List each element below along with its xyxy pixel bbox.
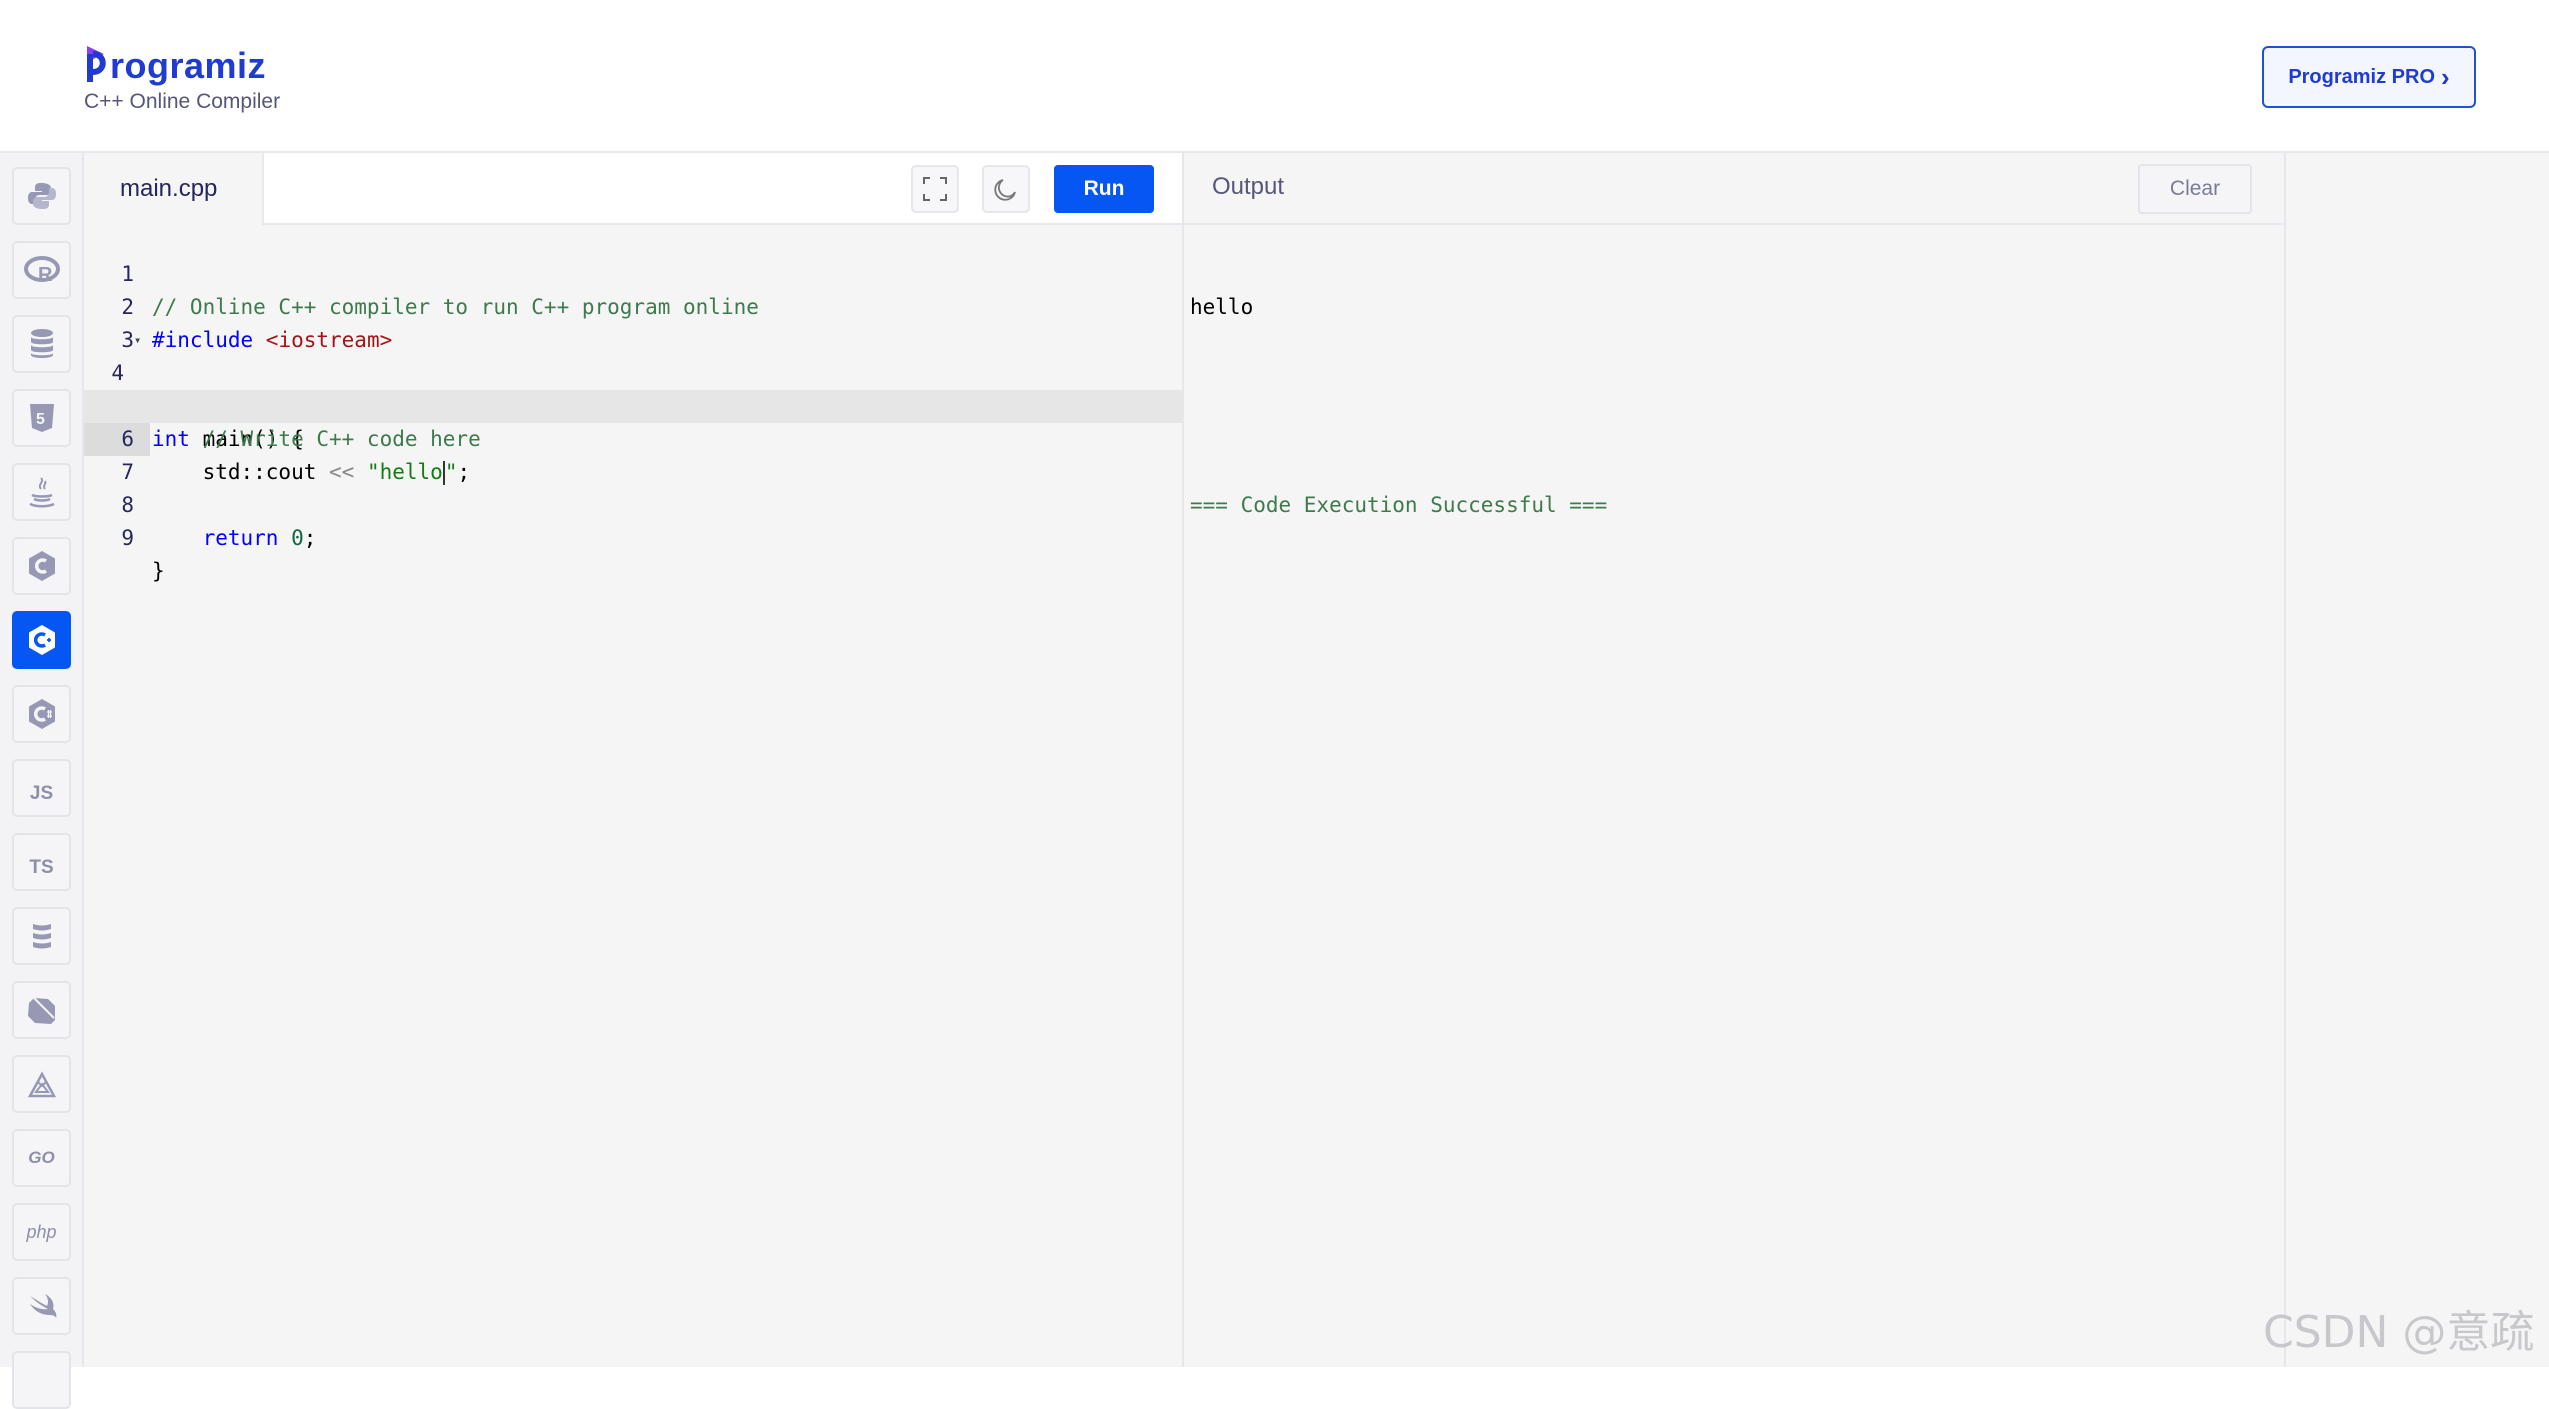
code-line: 7: [84, 423, 1182, 484]
programiz-pro-button[interactable]: Programiz PRO ›: [2262, 46, 2476, 108]
c-icon: [28, 551, 55, 581]
sidebar-item-c[interactable]: [12, 537, 71, 595]
csharp-icon: [28, 699, 55, 729]
clear-button[interactable]: Clear: [2138, 164, 2252, 214]
cpp-icon: [28, 625, 55, 655]
run-button[interactable]: Run: [1054, 165, 1154, 213]
right-margin: [2286, 153, 2549, 1367]
html5-icon: 5: [29, 404, 54, 432]
svg-text:R: R: [38, 264, 53, 285]
code-keyword: return: [152, 526, 292, 550]
sidebar-item-typescript[interactable]: TS: [12, 833, 71, 891]
moon-icon: [994, 179, 1016, 201]
output-pane: Output Clear hello === Code Execution Su…: [1184, 153, 2286, 1367]
code-line-active: 6 std::cout << "hello";: [84, 390, 1182, 485]
python-icon: [27, 183, 56, 209]
execution-status: === Code Execution Successful ===: [1190, 493, 1608, 517]
go-icon: GO: [28, 1148, 55, 1167]
sidebar-item-go[interactable]: GO: [12, 1129, 71, 1187]
database-icon: [30, 329, 53, 358]
code-area[interactable]: 1 // Online C++ compiler to run C++ prog…: [84, 225, 1182, 583]
theme-toggle-button[interactable]: [982, 165, 1030, 213]
file-tab-main-cpp[interactable]: main.cpp: [84, 153, 264, 225]
fullscreen-icon: [923, 177, 947, 201]
sidebar-item-dart[interactable]: [12, 981, 71, 1039]
sidebar-item-scala[interactable]: [12, 907, 71, 965]
sidebar-item-kotlin[interactable]: [12, 1055, 71, 1113]
r-icon: R: [23, 256, 60, 285]
kotlin-icon: [27, 1071, 56, 1098]
sidebar-item-php[interactable]: php: [12, 1203, 71, 1261]
code-line: 1 // Online C++ compiler to run C++ prog…: [84, 225, 1182, 319]
pro-button-label: Programiz PRO: [2288, 65, 2436, 88]
swift-icon: [29, 1294, 56, 1318]
programiz-logo[interactable]: rogramiz: [84, 36, 266, 86]
output-title: Output: [1212, 173, 1285, 200]
sidebar-item-javascript[interactable]: JS: [12, 759, 71, 817]
watermark: CSDN @意疏: [2263, 1307, 2535, 1358]
sidebar-item-r[interactable]: R: [12, 241, 71, 299]
java-icon: [28, 477, 55, 508]
ts-icon: TS: [29, 857, 54, 878]
php-icon: php: [26, 1221, 57, 1242]
sidebar-item-java[interactable]: [12, 463, 71, 521]
sidebar-item-rust[interactable]: [12, 1351, 71, 1409]
code-line: 5 // Write C++ code here: [84, 357, 1182, 451]
chevron-right-icon: ›: [2441, 62, 2450, 92]
output-line: hello: [1190, 295, 1254, 319]
page-subtitle: C++ Online Compiler: [84, 90, 281, 113]
code-text: }: [152, 559, 165, 583]
svg-text:5: 5: [36, 411, 45, 428]
sidebar-item-sql[interactable]: [12, 315, 71, 373]
sidebar-item-cpp[interactable]: [12, 611, 71, 669]
sidebar-item-csharp[interactable]: [12, 685, 71, 743]
sidebar-item-html[interactable]: 5: [12, 389, 71, 447]
code-editor-pane: main.cpp Run 1 // Online C++ compiler to…: [84, 153, 1184, 1367]
app-header: rogramiz C++ Online Compiler Programiz P…: [0, 0, 2549, 153]
scala-icon: [32, 924, 51, 949]
fold-arrow-icon[interactable]: ▾: [134, 324, 141, 357]
code-line: 3: [84, 291, 1182, 352]
output-console[interactable]: hello === Code Execution Successful ===: [1190, 225, 1607, 588]
logo-text: rogramiz: [110, 45, 267, 86]
dart-icon: [27, 997, 55, 1024]
sidebar-item-python[interactable]: [12, 167, 71, 225]
code-number: 0: [291, 526, 304, 550]
code-line: 9 }: [84, 489, 1182, 583]
programiz-logo-icon: [84, 40, 108, 86]
line-number: 9: [121, 526, 134, 550]
language-sidebar: R 5 JS TS GO php: [0, 153, 84, 1409]
code-text: ;: [303, 526, 317, 550]
sidebar-item-swift[interactable]: [12, 1277, 71, 1335]
code-line: 8 return 0;: [84, 456, 1182, 550]
js-icon: JS: [29, 783, 54, 804]
code-line: 4 ▾ int main() {: [84, 324, 1182, 451]
fullscreen-button[interactable]: [911, 165, 959, 213]
editor-toolbar: main.cpp Run: [84, 153, 1182, 225]
output-toolbar: Output Clear: [1184, 153, 2284, 225]
code-line: 2 #include <iostream>: [84, 258, 1182, 352]
